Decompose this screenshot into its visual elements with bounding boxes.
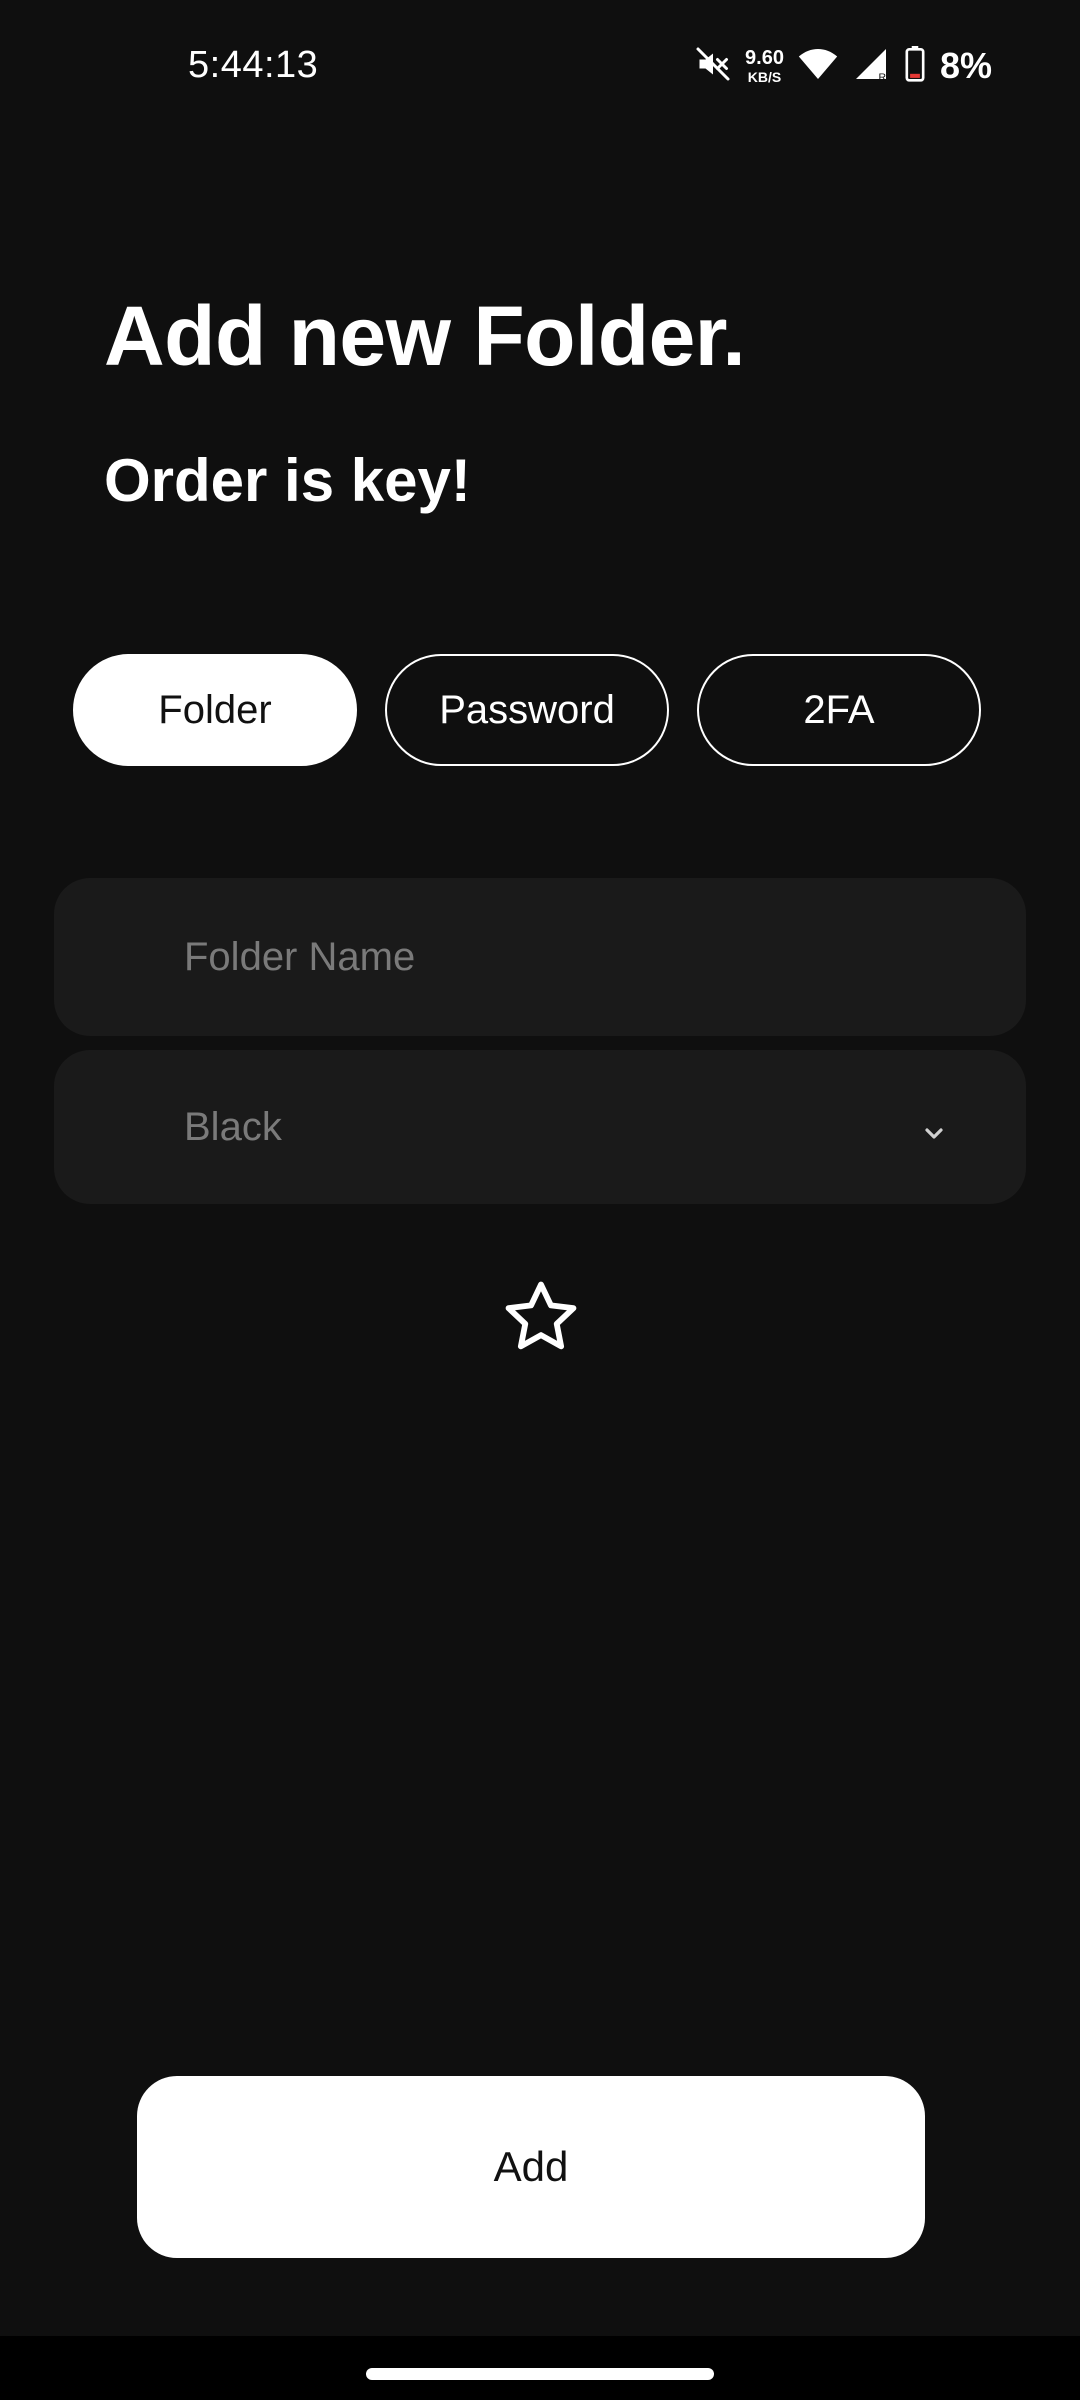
- status-time: 5:44:13: [188, 44, 319, 86]
- network-speed: 9.60 KB/S: [745, 48, 784, 84]
- tab-2fa[interactable]: 2FA: [697, 654, 981, 766]
- tab-folder[interactable]: Folder: [73, 654, 357, 766]
- tab-password[interactable]: Password: [385, 654, 669, 766]
- svg-text:R: R: [878, 71, 886, 82]
- network-speed-value: 9.60: [745, 47, 784, 69]
- wifi-icon: [798, 47, 838, 86]
- folder-color-select[interactable]: Black: [54, 1050, 1026, 1204]
- page-title: Add new Folder.: [104, 289, 746, 383]
- type-tabs: Folder Password 2FA: [73, 654, 983, 768]
- status-icons: 9.60 KB/S R 8%: [695, 44, 992, 88]
- mute-icon: [695, 46, 731, 87]
- favorite-toggle[interactable]: [500, 1276, 582, 1358]
- battery-percent: 8%: [939, 45, 992, 86]
- status-bar: 5:44:13 9.60 KB/S R 8%: [0, 0, 1080, 130]
- star-outline-icon: [500, 1281, 582, 1362]
- chevron-down-icon: [922, 1122, 946, 1146]
- folder-name-input[interactable]: [184, 878, 984, 1036]
- signal-icon: R: [852, 46, 890, 87]
- network-speed-unit: KB/S: [747, 69, 782, 85]
- home-indicator[interactable]: [366, 2368, 714, 2380]
- folder-color-value: Black: [184, 1104, 282, 1149]
- page-subtitle: Order is key!: [104, 447, 471, 514]
- folder-name-field: [54, 878, 1026, 1036]
- add-button[interactable]: Add: [137, 2076, 925, 2258]
- battery-icon: [904, 45, 926, 87]
